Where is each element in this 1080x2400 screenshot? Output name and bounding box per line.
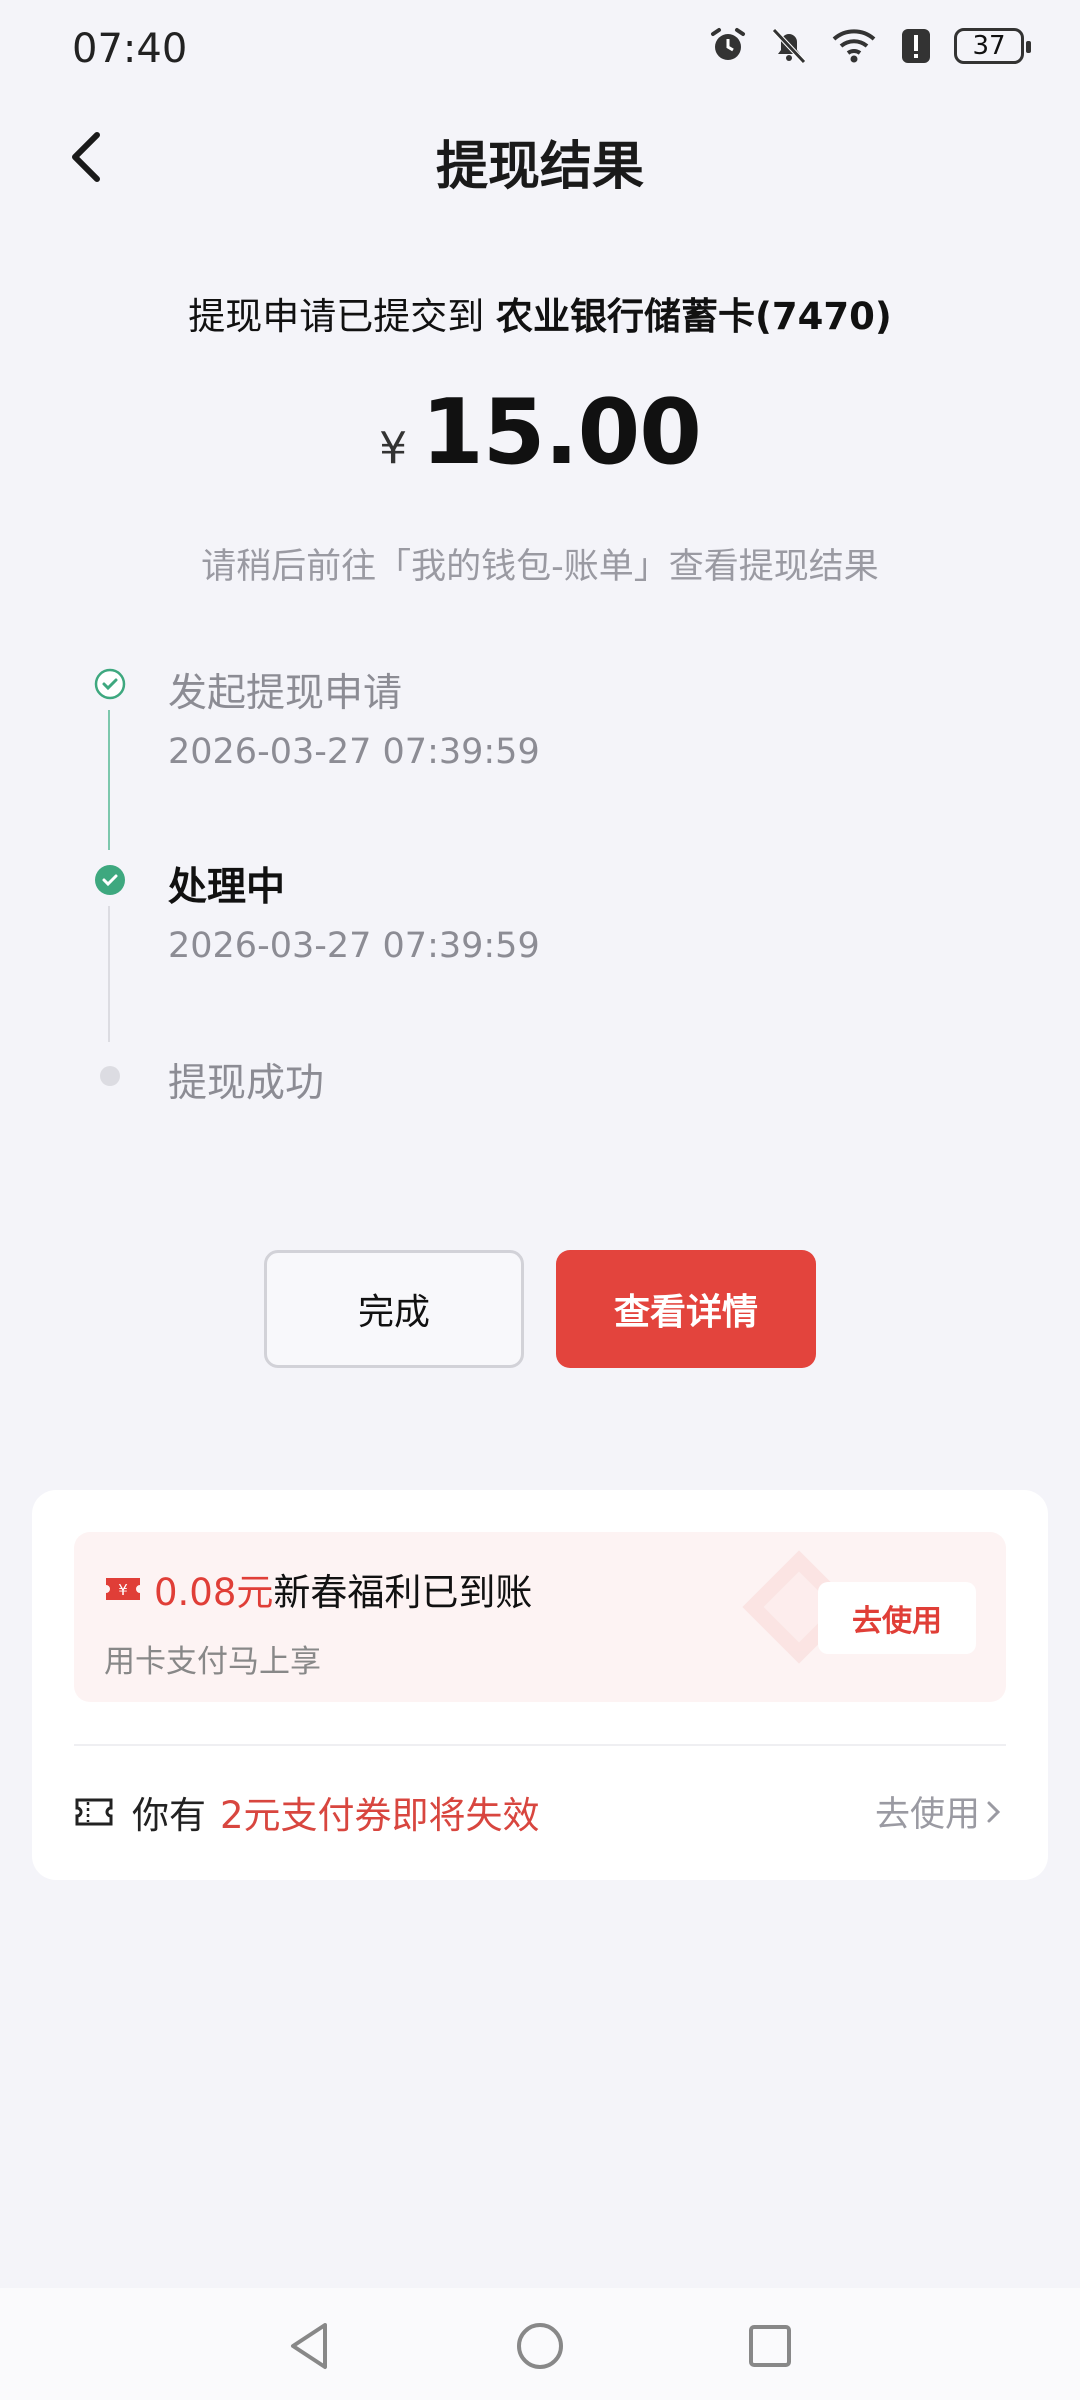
timeline-step-title: 提现成功	[168, 1061, 325, 1106]
check-circle-icon	[95, 865, 125, 895]
withdraw-amount: 15.00	[421, 380, 702, 485]
promo-subtitle: 用卡支付马上享	[104, 1644, 321, 1680]
expire-use-label: 去使用	[874, 1795, 980, 1835]
destination-bank: 农业银行储蓄卡(7470)	[495, 295, 892, 338]
promo-banner[interactable]: ¥ 0.08元 新春福利已到账 用卡支付马上享 去使用	[74, 1532, 1006, 1702]
currency-symbol: ¥	[379, 423, 408, 474]
expire-highlight: 2元支付券即将失效	[220, 1794, 540, 1837]
nav-back-icon	[291, 2323, 327, 2369]
destination-prefix: 提现申请已提交到	[188, 295, 485, 338]
alarm-icon	[708, 26, 748, 66]
system-nav-bar	[0, 2288, 1080, 2400]
timeline-connector-done	[108, 710, 110, 850]
ticket-icon	[75, 1798, 113, 1826]
battery-icon: 37	[954, 28, 1031, 64]
result-hint: 请稍后前往「我的钱包-账单」查看提现结果	[201, 547, 879, 587]
wifi-icon	[830, 27, 878, 65]
page-title: 提现结果	[435, 137, 644, 197]
timeline-step-time: 2026-03-27 07:39:59	[168, 926, 540, 966]
timeline-connector-pending	[108, 906, 110, 1042]
alert-icon	[900, 27, 932, 65]
nav-back-button[interactable]	[280, 2316, 340, 2376]
amount-row: ¥15.00	[0, 380, 1080, 485]
check-circle-icon	[94, 668, 126, 700]
timeline-step-title: 发起提现申请	[168, 671, 403, 716]
top-nav: 提现结果	[0, 100, 1080, 220]
nav-home-icon	[517, 2323, 563, 2369]
chevron-right-icon	[987, 1801, 1001, 1822]
nav-recents-icon	[749, 2325, 791, 2367]
pending-dot-icon	[100, 1066, 120, 1086]
nav-recents-button[interactable]	[740, 2316, 800, 2376]
coupon-icon: ¥	[106, 1578, 140, 1600]
status-bar: 07:40 37	[0, 0, 1080, 100]
divider	[74, 1744, 1006, 1746]
withdraw-destination: 提现申请已提交到 农业银行储蓄卡(7470)	[0, 286, 1080, 340]
promo-title: ¥ 0.08元 新春福利已到账	[104, 1562, 532, 1616]
nav-home-button[interactable]	[510, 2316, 570, 2376]
progress-timeline: 发起提现申请 2026-03-27 07:39:59 处理中 2026-03-2…	[0, 650, 1080, 1120]
promo-title-text: 新春福利已到账	[273, 1571, 533, 1614]
view-details-button[interactable]: 查看详情	[556, 1250, 816, 1368]
mute-bell-icon	[770, 26, 808, 66]
promo-use-button[interactable]: 去使用	[818, 1582, 976, 1654]
benefits-card: ¥ 0.08元 新春福利已到账 用卡支付马上享 去使用 你有 2元支付券即将失效 …	[32, 1490, 1048, 1880]
coupon-glyph: ¥	[118, 1581, 128, 1599]
timeline-step-time: 2026-03-27 07:39:59	[168, 732, 540, 772]
expire-prefix: 你有	[132, 1794, 206, 1837]
timeline-step-title: 处理中	[168, 865, 286, 910]
promo-amount: 0.08元	[154, 1571, 274, 1614]
status-time: 07:40	[72, 26, 188, 72]
expire-use-link[interactable]: 去使用	[875, 1786, 1006, 1837]
expiring-coupon-row[interactable]: 你有 2元支付券即将失效 去使用	[74, 1772, 1006, 1852]
done-button[interactable]: 完成	[264, 1250, 524, 1368]
status-icons: 37	[708, 26, 1031, 66]
